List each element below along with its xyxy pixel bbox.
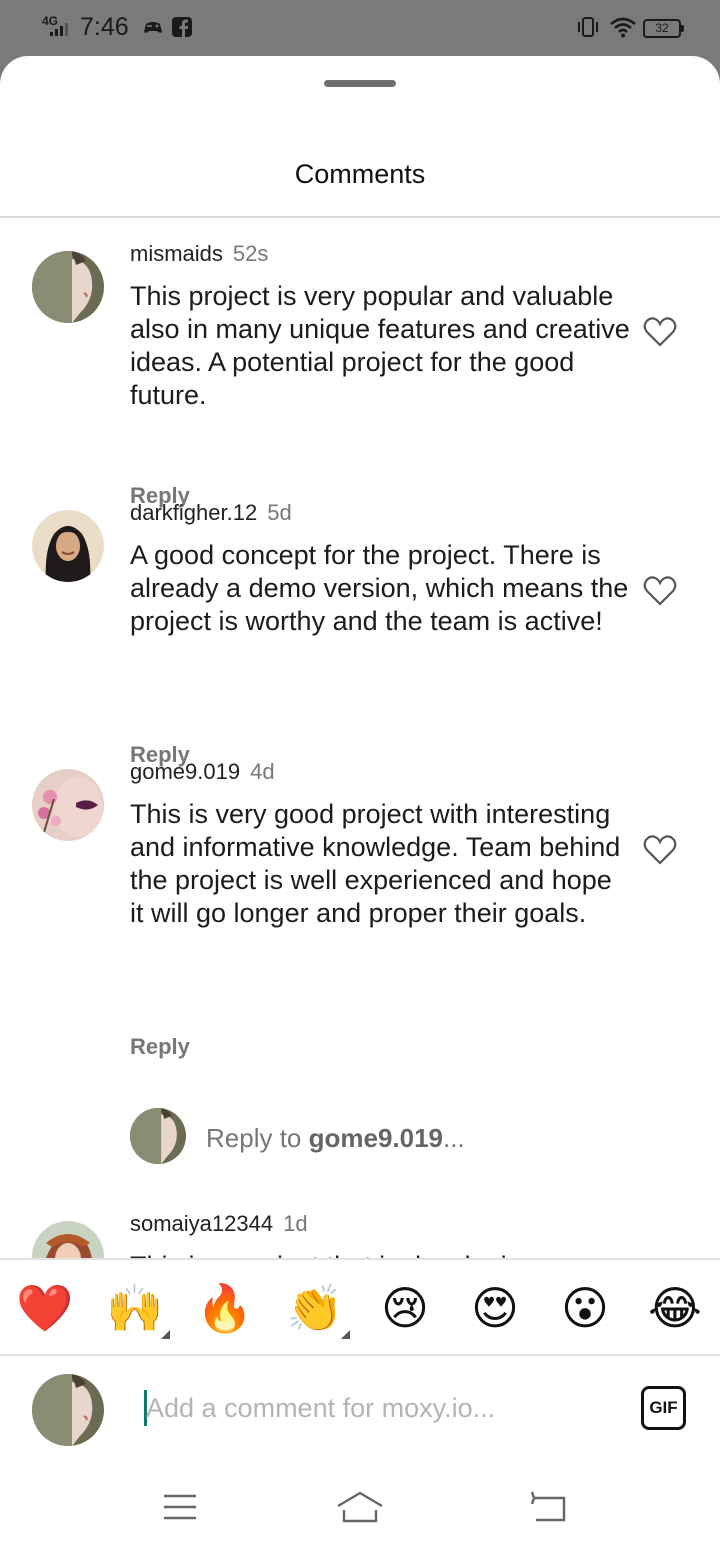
skin-tone-indicator-icon — [341, 1330, 350, 1339]
comment-username[interactable]: darkfigher.12 — [130, 500, 257, 525]
gamepad-icon — [144, 22, 162, 33]
avatar[interactable] — [32, 251, 104, 323]
emoji-surprised-face[interactable]: 😮 — [555, 1280, 615, 1336]
comment-item: mismaids 52s This project is very popular… — [0, 218, 720, 508]
avatar[interactable] — [32, 1221, 104, 1258]
system-nav-bar — [0, 1466, 720, 1544]
avatar[interactable] — [32, 769, 104, 841]
wifi-icon — [610, 17, 636, 38]
comment-time: 5d — [267, 500, 292, 525]
emoji-clapping-hands[interactable]: 👏 — [285, 1280, 345, 1336]
vibrate-icon — [578, 17, 598, 37]
sheet-drag-handle[interactable] — [324, 80, 396, 87]
comment-input[interactable] — [146, 1386, 606, 1430]
avatar-image — [32, 510, 104, 582]
battery-indicator: 32 — [643, 19, 684, 38]
status-time: 7:46 — [80, 13, 129, 41]
reply-prompt-target: gome9.019 — [308, 1123, 444, 1153]
comment-time: 52s — [232, 241, 269, 266]
back-icon[interactable] — [528, 1490, 568, 1524]
comment-composer: GIF — [0, 1356, 720, 1466]
status-bar: 4G 7:46 32 — [0, 0, 720, 56]
comments-list[interactable]: mismaids 52s This project is very popular… — [0, 218, 720, 1258]
comment-time: 1d — [283, 1211, 308, 1236]
comment-time: 4d — [250, 759, 275, 784]
avatar-image — [32, 769, 104, 841]
heart-icon[interactable] — [642, 834, 678, 866]
emoji-heart[interactable]: ❤️ — [15, 1280, 75, 1336]
comment-username[interactable]: somaiya12344 — [130, 1211, 273, 1236]
signal-icon — [50, 23, 68, 36]
comment-item: somaiya12344 1d This is a project that is… — [0, 1192, 720, 1258]
reply-prompt-prefix: Reply to — [206, 1123, 309, 1153]
avatar-image — [32, 1221, 104, 1258]
emoji-quick-bar: ❤️ 🙌 🔥 👏 😢 😍 😮 😂 — [0, 1258, 720, 1356]
comment-item: gome9.019 4d This is very good project wi… — [0, 736, 720, 1059]
emoji-heart-eyes[interactable]: 😍 — [465, 1280, 525, 1336]
sheet-title: Comments — [294, 159, 426, 189]
skin-tone-indicator-icon — [161, 1330, 170, 1339]
reply-prompt[interactable]: Reply to gome9.019... — [0, 1096, 720, 1166]
emoji-crying-face[interactable]: 😢 — [375, 1280, 435, 1336]
comment-item: darkfigher.12 5d A good concept for the p… — [0, 477, 720, 767]
my-avatar — [32, 1374, 104, 1446]
heart-icon[interactable] — [642, 575, 678, 607]
menu-icon[interactable] — [160, 1490, 200, 1524]
comment-text: This is very good project with interesti… — [130, 799, 621, 928]
reply-prompt-suffix: ... — [443, 1123, 465, 1153]
comment-username[interactable]: gome9.019 — [130, 759, 240, 784]
emoji-fire[interactable]: 🔥 — [195, 1280, 255, 1336]
emoji-raised-hands[interactable]: 🙌 — [105, 1280, 165, 1336]
emoji-tears-of-joy[interactable]: 😂 — [645, 1280, 705, 1336]
gif-button[interactable]: GIF — [641, 1386, 686, 1430]
comments-sheet: Comments mismaids 52s This project is ver… — [0, 56, 720, 1544]
facebook-icon — [172, 17, 192, 37]
avatar[interactable] — [32, 510, 104, 582]
avatar — [130, 1108, 186, 1164]
comment-text: This project is very popular and valuabl… — [130, 281, 630, 410]
comment-text: A good concept for the project. There is… — [130, 540, 629, 636]
comment-text: This is a project that is developing ver… — [130, 1250, 630, 1258]
avatar-image — [130, 1108, 186, 1164]
reply-button[interactable]: Reply — [130, 1034, 190, 1060]
heart-icon[interactable] — [642, 316, 678, 348]
home-icon[interactable] — [336, 1490, 384, 1524]
avatar-image — [32, 251, 104, 323]
avatar-image — [32, 1374, 104, 1446]
comment-username[interactable]: mismaids — [130, 241, 223, 266]
